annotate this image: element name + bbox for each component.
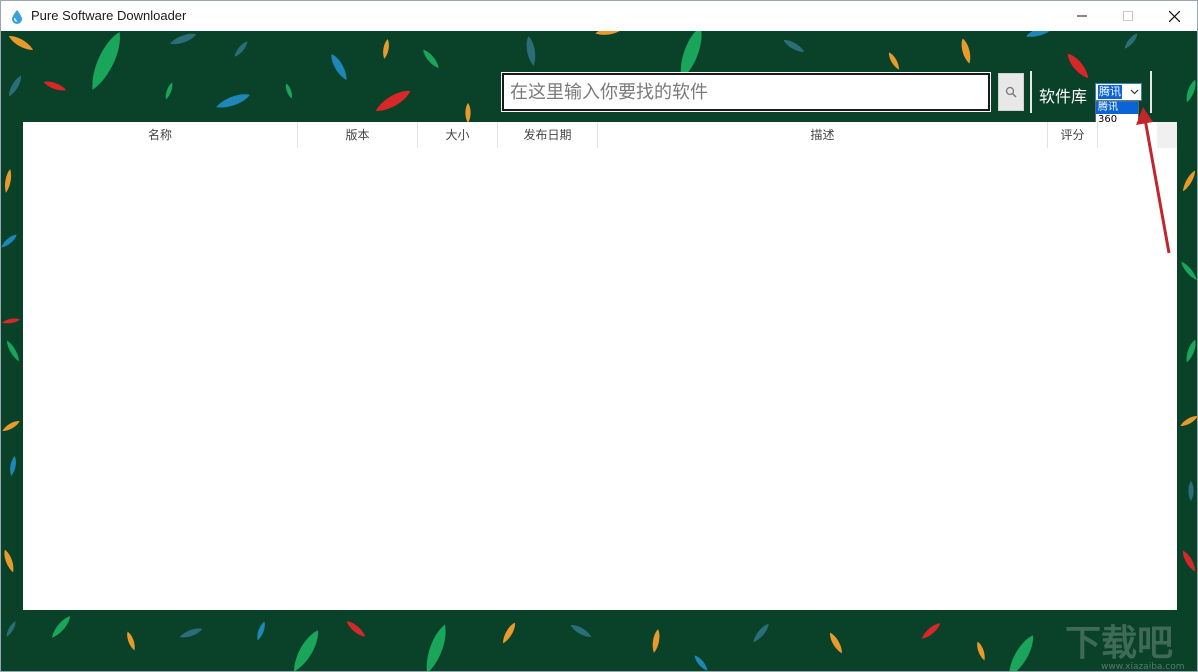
- column-header-version[interactable]: 版本: [298, 122, 418, 148]
- column-header-name[interactable]: 名称: [23, 122, 298, 148]
- close-button[interactable]: [1151, 1, 1197, 31]
- table-body: [23, 148, 1177, 610]
- dropdown-option[interactable]: 腾讯: [1096, 102, 1138, 114]
- maximize-button[interactable]: [1105, 1, 1151, 31]
- chevron-down-icon: [1130, 86, 1139, 101]
- library-selected-value: 腾讯: [1098, 85, 1122, 99]
- column-header-rating[interactable]: 评分: [1048, 122, 1098, 148]
- column-header-release-date[interactable]: 发布日期: [498, 122, 598, 148]
- results-table: 名称 版本 大小 发布日期 描述 评分: [23, 122, 1177, 610]
- window-title: Pure Software Downloader: [31, 8, 187, 23]
- column-header-description[interactable]: 描述: [598, 122, 1048, 148]
- toolbar-separator: [1030, 71, 1032, 113]
- close-icon: [1168, 10, 1180, 22]
- minimize-icon: [1077, 15, 1087, 17]
- minimize-button[interactable]: [1059, 1, 1105, 31]
- search-input[interactable]: [501, 72, 991, 112]
- watermark-logo: 下载吧 www.xiazaiba.com: [1065, 623, 1185, 671]
- column-header-size[interactable]: 大小: [418, 122, 498, 148]
- search-icon: [1005, 86, 1017, 98]
- water-drop-icon: [11, 9, 23, 24]
- svg-text:下载吧: 下载吧: [1065, 623, 1173, 664]
- maximize-icon: [1123, 11, 1133, 21]
- toolbar-separator: [1150, 71, 1152, 113]
- title-bar[interactable]: Pure Software Downloader: [1, 1, 1197, 31]
- table-header-filler: [1157, 122, 1177, 148]
- search-button[interactable]: [998, 73, 1024, 111]
- app-window: Pure Software Downloader 在这里输入你要找的软件 软件库…: [0, 0, 1198, 672]
- library-label: 软件库: [1039, 87, 1088, 106]
- svg-text:www.xiazaiba.com: www.xiazaiba.com: [1101, 662, 1185, 671]
- library-select[interactable]: 腾讯: [1095, 83, 1142, 101]
- table-header: 名称 版本 大小 发布日期 描述 评分: [23, 122, 1177, 148]
